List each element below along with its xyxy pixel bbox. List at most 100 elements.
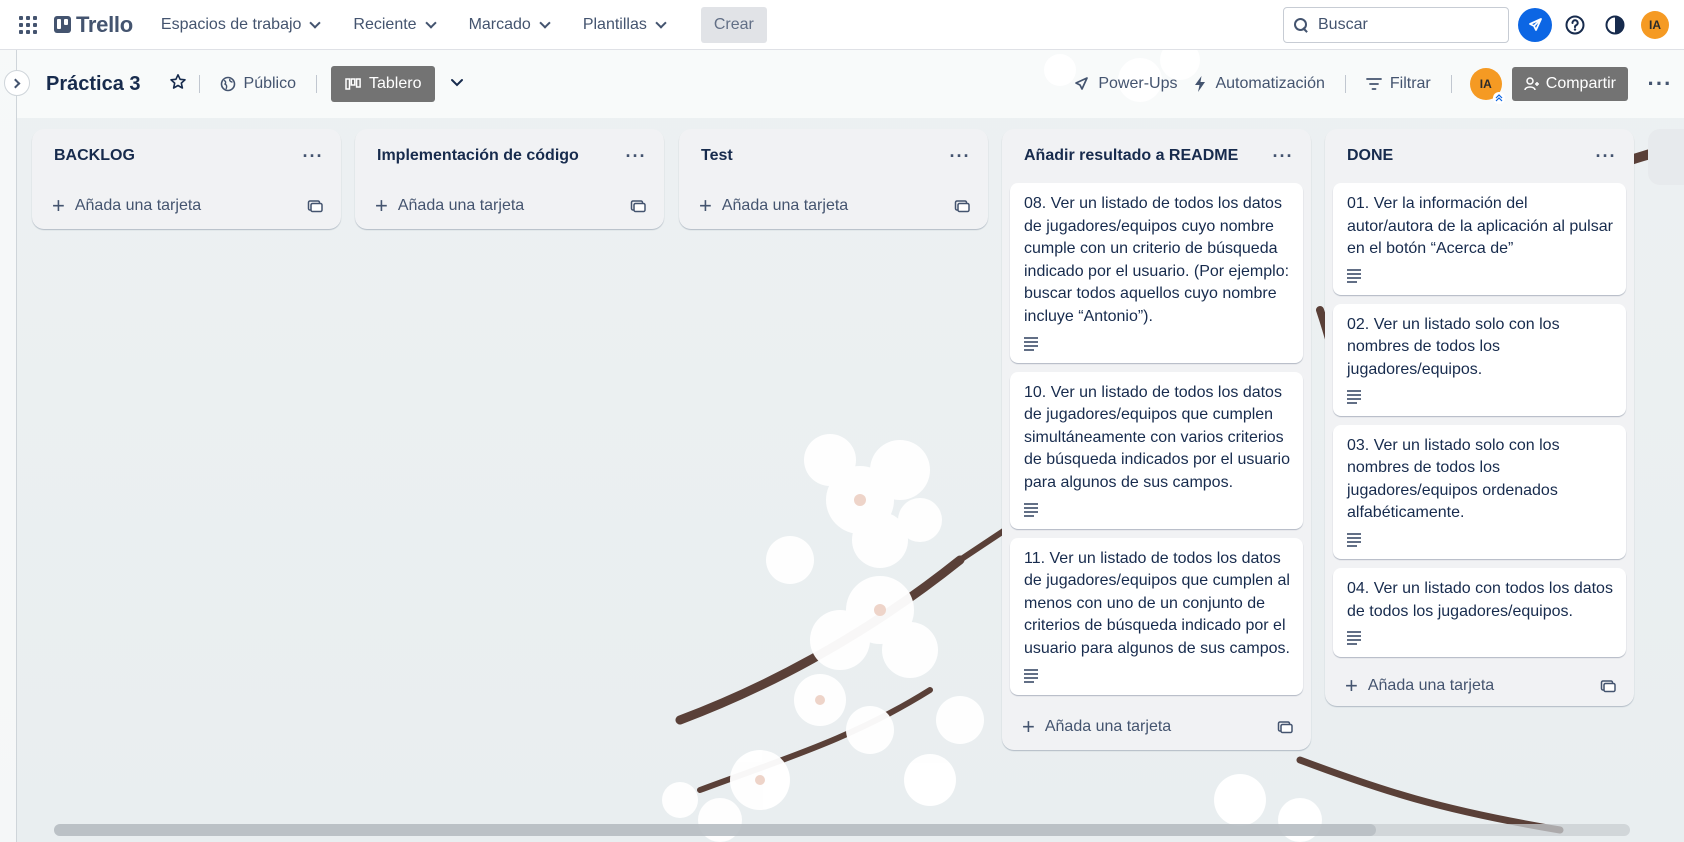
workspace-sidebar-collapsed [0,50,17,842]
chevron-down-icon [451,78,464,86]
list-header[interactable]: Test ··· [679,129,988,183]
add-list-button[interactable] [1648,129,1684,185]
scrollbar-thumb[interactable] [54,824,1376,836]
nav-right: IA [1283,0,1684,50]
trello-logo[interactable]: Trello [54,12,133,38]
board-icon [345,78,361,90]
share-button[interactable]: Compartir [1511,67,1628,101]
card[interactable]: 03. Ver un listado solo con los nombres … [1333,424,1626,559]
nav-recent-label: Reciente [353,15,417,33]
list-menu-button[interactable]: ··· [624,144,648,168]
views-dropdown-button[interactable] [449,74,465,95]
card-title: 10. Ver un listado de todos los datos de… [1024,383,1290,491]
more-icon: ··· [1647,71,1673,96]
add-card-label: Añada una tarjeta [397,197,525,214]
create-button[interactable]: Crear [700,6,767,43]
add-card-button[interactable]: + Añada una tarjeta [1345,673,1494,699]
add-card-button[interactable]: + Añada una tarjeta [375,193,525,218]
add-card-row: + Añada una tarjeta [1325,666,1634,706]
plus-icon: + [375,193,388,218]
contrast-icon [1605,15,1625,35]
add-person-icon [1524,77,1539,91]
powerups-button[interactable]: Power-Ups [1064,69,1185,99]
card[interactable]: 08. Ver un listado de todos los datos de… [1010,183,1303,363]
trello-logo-text: Trello [76,11,133,37]
list-header[interactable]: BACKLOG ··· [32,129,341,183]
list-readme: Añadir resultado a README ··· 08. Ver un… [1002,129,1311,750]
card[interactable]: 11. Ver un listado de todos los datos de… [1010,537,1303,695]
list-implementacion: Implementación de código ··· + Añada una… [355,129,664,229]
template-icon [630,200,646,213]
list-menu-button[interactable]: ··· [301,144,325,168]
list-backlog: BACKLOG ··· + Añada una tarjeta [32,129,341,229]
card-title: 03. Ver un listado solo con los nombres … [1347,436,1560,522]
nav-starred[interactable]: Marcado [459,8,559,42]
search-input[interactable] [1318,16,1488,34]
card[interactable]: 10. Ver un listado de todos los datos de… [1010,371,1303,529]
top-nav: Trello Espacios de trabajo Reciente Marc… [0,0,1684,50]
list-title[interactable]: BACKLOG [54,147,135,165]
theme-toggle-button[interactable] [1598,8,1632,42]
add-card-row: + Añada una tarjeta [679,183,988,229]
apps-grid-icon[interactable] [16,13,40,37]
list-done: DONE ··· 01. Ver la información del auto… [1325,129,1634,707]
list-header[interactable]: DONE ··· [1325,129,1634,183]
list-menu-button[interactable]: ··· [1594,144,1618,168]
divider [316,75,317,93]
list-title[interactable]: Añadir resultado a README [1024,147,1238,165]
list-header[interactable]: Implementación de código ··· [355,129,664,183]
card[interactable]: 01. Ver la información del autor/autora … [1333,183,1626,295]
board-member-avatar[interactable]: IA [1469,68,1505,104]
user-menu-button[interactable]: IA [1638,8,1672,42]
nav-workspaces[interactable]: Espacios de trabajo [151,8,330,42]
add-card-row: + Añada una tarjeta [1002,704,1311,750]
plus-icon: + [1345,673,1358,699]
description-icon [1024,668,1038,683]
chevron-right-icon [10,78,21,88]
list-title[interactable]: Implementación de código [377,147,579,165]
nav-templates[interactable]: Plantillas [573,8,675,42]
card-list: 01. Ver la información del autor/autora … [1325,183,1634,658]
board-header-actions: Power-Ups Automatización Filtrar IA Comp… [1064,50,1684,118]
expand-sidebar-button[interactable] [4,70,30,96]
search-box[interactable] [1283,7,1509,43]
divider [198,75,200,93]
create-from-template-button[interactable] [303,194,327,218]
more-icon: ··· [625,146,647,166]
chevron-down-icon [539,16,551,29]
card-title: 04. Ver un listado con todos los datos d… [1347,579,1613,620]
visibility-button[interactable]: Público [212,69,304,99]
board-view-button[interactable]: Tablero [331,66,436,102]
add-card-button[interactable]: + Añada una tarjeta [699,195,848,217]
rocket-icon [1529,18,1542,31]
list-header[interactable]: Añadir resultado a README ··· [1002,129,1311,183]
list-title[interactable]: DONE [1347,147,1393,165]
automation-button[interactable]: Automatización [1185,69,1332,99]
search-icon [1294,18,1308,32]
add-card-button[interactable]: + Añada una tarjeta [1022,715,1171,737]
add-card-button[interactable]: + Añada una tarjeta [52,195,202,217]
filter-label: Filtrar [1389,75,1431,92]
list-title[interactable]: Test [701,147,733,165]
card[interactable]: 04. Ver un listado con todos los datos d… [1333,567,1626,658]
board-title[interactable]: Práctica 3 [46,73,141,96]
card[interactable]: 02. Ver un listado solo con los nombres … [1333,303,1626,416]
nav-recent[interactable]: Reciente [343,8,444,42]
notifications-button[interactable] [1518,8,1552,42]
list-menu-button[interactable]: ··· [1271,144,1295,168]
create-from-template-button[interactable] [626,194,650,218]
add-card-label: Añada una tarjeta [74,197,202,214]
board-menu-button[interactable]: ··· [1640,71,1680,96]
horizontal-scrollbar[interactable] [54,824,1630,836]
template-icon [1277,720,1293,733]
nav-menu: Espacios de trabajo Reciente Marcado Pla… [151,6,767,43]
create-from-template-button[interactable] [1273,715,1297,739]
help-button[interactable] [1558,8,1592,42]
admin-badge-icon [1492,92,1505,104]
list-menu-button[interactable]: ··· [948,144,972,168]
create-from-template-button[interactable] [1596,674,1620,698]
filter-button[interactable]: Filtrar [1358,69,1439,99]
star-button[interactable] [169,73,187,96]
create-from-template-button[interactable] [950,194,974,218]
card-list: 08. Ver un listado de todos los datos de… [1002,183,1311,695]
